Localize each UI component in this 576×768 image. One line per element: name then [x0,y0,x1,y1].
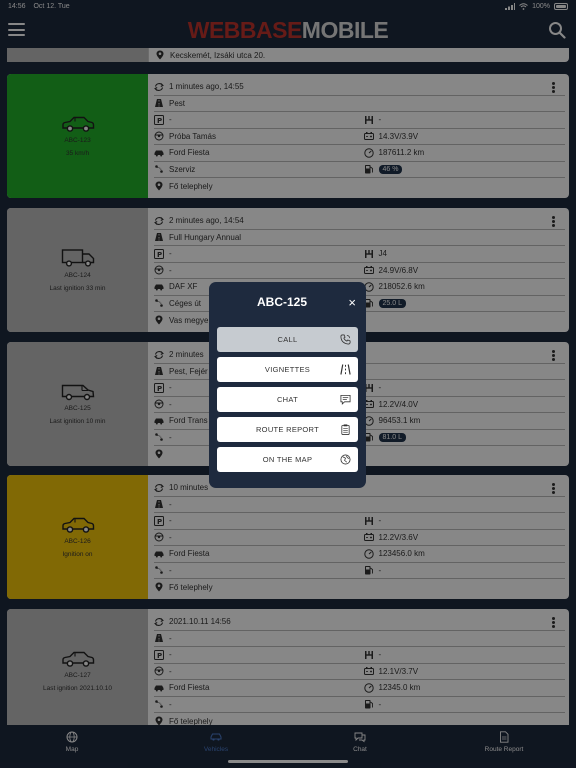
report-icon [341,424,350,435]
chat-icon [340,394,351,405]
home-indicator [228,760,348,763]
chat-button[interactable]: CHAT [217,387,358,412]
highway-icon [340,364,351,375]
route-report-label: ROUTE REPORT [255,425,320,434]
map-icon [340,454,351,465]
close-icon[interactable]: × [348,295,356,310]
call-label: CALL [277,335,298,344]
vignettes-button[interactable]: VIGNETTES [217,357,358,382]
dialog-title: ABC-125 [257,295,308,309]
vignettes-label: VIGNETTES [264,365,311,374]
call-button[interactable]: CALL [217,327,358,352]
on-the-map-button[interactable]: ON THE MAP [217,447,358,472]
vehicle-action-dialog: ABC-125 × CALL VIGNETTES CHAT ROUTE REPO… [209,282,366,488]
on-the-map-label: ON THE MAP [262,455,313,464]
route-report-button[interactable]: ROUTE REPORT [217,417,358,442]
phone-icon [340,334,351,345]
chat-label: CHAT [276,395,299,404]
